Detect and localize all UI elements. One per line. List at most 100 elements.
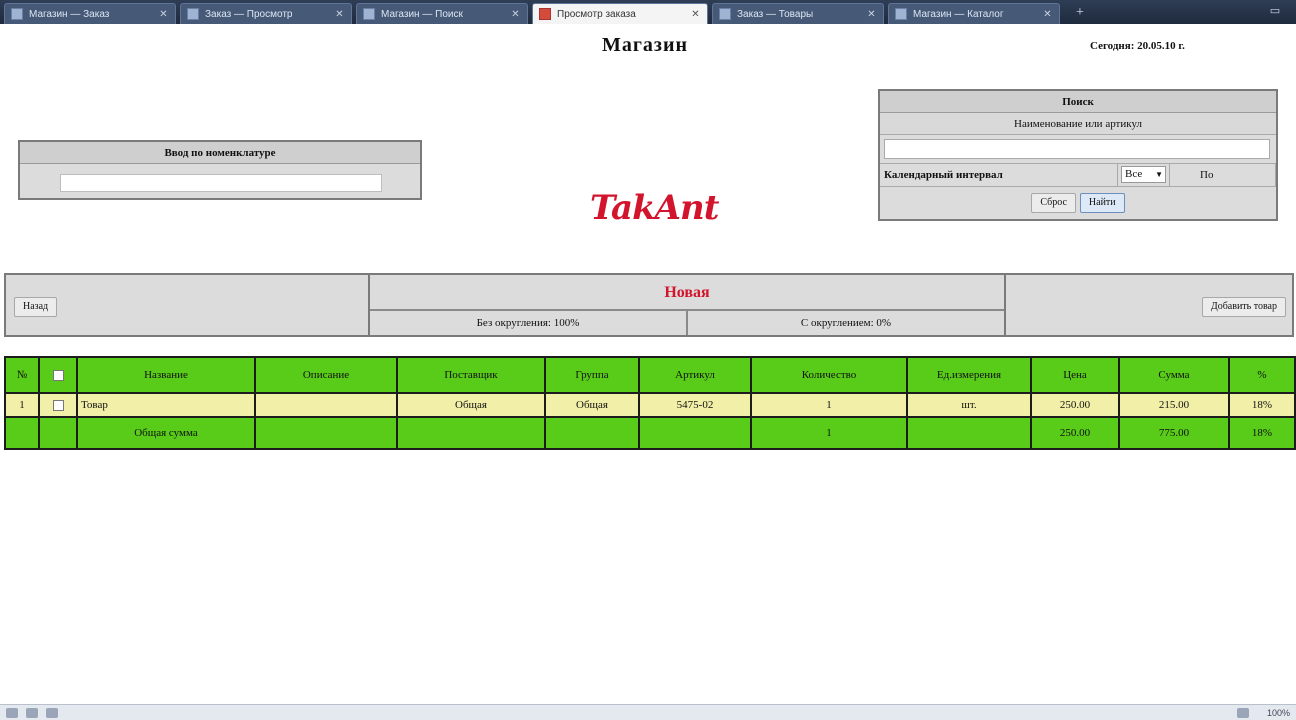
- back-button[interactable]: Назад: [14, 297, 58, 317]
- column-header: Группа: [544, 356, 640, 394]
- search-name-input[interactable]: [884, 139, 1270, 159]
- total-percent: 18%: [1228, 416, 1296, 450]
- tab-label: Магазин — Заказ: [29, 8, 110, 20]
- zoom-level[interactable]: 100%: [1267, 708, 1290, 718]
- clear-button[interactable]: Сброс: [1031, 193, 1076, 213]
- table-cell: 250.00: [1030, 392, 1120, 418]
- discount-label: С округлением: 0%: [800, 317, 892, 329]
- order-panel: Назад Новая Без округления: 100% С округ…: [4, 273, 1294, 337]
- total-label: Общая сумма: [76, 416, 256, 450]
- column-header: Цена: [1030, 356, 1120, 394]
- total-price: 250.00: [1030, 416, 1120, 450]
- new-tab-button[interactable]: +: [1066, 3, 1094, 24]
- table-cell: шт.: [906, 392, 1032, 418]
- quantity-cell[interactable]: 1: [750, 392, 908, 418]
- column-header: Сумма: [1118, 356, 1230, 394]
- window-restore-icon[interactable]: ▭: [1264, 4, 1286, 18]
- page-icon: [539, 8, 551, 20]
- tab-label: Заказ — Просмотр: [205, 8, 293, 20]
- column-header: Поставщик: [396, 356, 546, 394]
- table-header-row: № Название Описание Поставщик Группа Арт…: [4, 356, 1296, 394]
- page-title: Магазин: [601, 34, 689, 56]
- browser-tab[interactable]: Заказ — Товары ✕: [712, 3, 884, 24]
- browser-tab[interactable]: Магазин — Заказ ✕: [4, 3, 176, 24]
- table-cell: [544, 416, 640, 450]
- interval-label: Календарный интервал: [880, 164, 1118, 186]
- table-cell: 5475-02: [638, 392, 752, 418]
- chevron-down-icon: ▼: [1155, 170, 1163, 179]
- interval-from-value: Все: [1125, 168, 1143, 180]
- interval-row: Календарный интервал Все ▼ По: [880, 163, 1276, 187]
- table-cell: Общая: [396, 392, 546, 418]
- browser-tab[interactable]: Магазин — Поиск ✕: [356, 3, 528, 24]
- total-sum: 775.00: [1118, 416, 1230, 450]
- search-title: Поиск: [880, 91, 1276, 113]
- close-icon[interactable]: ✕: [866, 9, 877, 20]
- today-date: Сегодня: 20.05.10 г.: [1090, 40, 1185, 52]
- close-icon[interactable]: ✕: [334, 9, 345, 20]
- column-header: Ед.измерения: [906, 356, 1032, 394]
- column-header: Количество: [750, 356, 908, 394]
- column-header: Название: [76, 356, 256, 394]
- table-cell: Общая: [544, 392, 640, 418]
- table-cell: [254, 416, 398, 450]
- order-items-table: № Название Описание Поставщик Группа Арт…: [4, 356, 1296, 450]
- column-header: Описание: [254, 356, 398, 394]
- find-button[interactable]: Найти: [1079, 193, 1125, 213]
- order-status: Новая: [370, 275, 1004, 311]
- search-buttons: Сброс Найти: [880, 193, 1276, 213]
- goto-input[interactable]: [60, 174, 382, 192]
- browser-tab[interactable]: Магазин — Каталог ✕: [888, 3, 1060, 24]
- close-icon[interactable]: ✕: [510, 9, 521, 20]
- tab-label: Магазин — Поиск: [381, 8, 463, 20]
- logo: TakAnt: [590, 188, 719, 228]
- column-header: Артикул: [638, 356, 752, 394]
- tab-label: Заказ — Товары: [737, 8, 814, 20]
- interval-from-select[interactable]: Все ▼: [1118, 164, 1170, 186]
- interval-to-field[interactable]: По: [1170, 164, 1276, 186]
- table-cell: [38, 416, 78, 450]
- total-quantity: 1: [750, 416, 908, 450]
- page-icon: [895, 8, 907, 20]
- table-cell: [254, 392, 398, 418]
- back-arrow-icon[interactable]: [6, 707, 18, 718]
- column-header: %: [1228, 356, 1296, 394]
- table-cell: [4, 416, 40, 450]
- tab-label: Просмотр заказа: [557, 8, 636, 20]
- order-status-section: Новая Без округления: 100% С округлением…: [370, 275, 1006, 335]
- row-checkbox[interactable]: [38, 392, 78, 418]
- close-icon[interactable]: ✕: [158, 9, 169, 20]
- table-cell: 215.00: [1118, 392, 1230, 418]
- close-icon[interactable]: ✕: [1042, 9, 1053, 20]
- tab-label: Магазин — Каталог: [913, 8, 1004, 20]
- page-icon: [719, 8, 731, 20]
- goto-title: Ввод по номенклатуре: [20, 142, 420, 164]
- table-cell: [396, 416, 546, 450]
- table-cell: 1: [4, 392, 40, 418]
- table-total-row: Общая сумма 1 250.00 775.00 18%: [4, 416, 1296, 450]
- close-icon[interactable]: ✕: [690, 9, 701, 20]
- goto-panel: Ввод по номенклатуре: [18, 140, 422, 200]
- margin-label: Без округления: 100%: [370, 311, 688, 335]
- page-icon: [363, 8, 375, 20]
- table-cell: 18%: [1228, 392, 1296, 418]
- column-header: №: [4, 356, 40, 394]
- add-item-button[interactable]: Добавить товар: [1201, 297, 1286, 317]
- zoom-icon[interactable]: [1236, 707, 1249, 718]
- browser-tab-active[interactable]: Просмотр заказа ✕: [532, 3, 708, 24]
- table-cell: Товар: [76, 392, 256, 418]
- table-cell: [638, 416, 752, 450]
- select-all-checkbox[interactable]: [38, 356, 78, 394]
- browser-tab[interactable]: Заказ — Просмотр ✕: [180, 3, 352, 24]
- table-row[interactable]: 1 Товар Общая Общая 5475-02 1 шт. 250.00…: [4, 392, 1296, 418]
- browser-tab-strip: Магазин — Заказ ✕ Заказ — Просмотр ✕ Маг…: [0, 0, 1296, 24]
- order-left-section: Назад: [6, 275, 370, 335]
- page-icon: [11, 8, 23, 20]
- browser-status-bar: 100%: [0, 704, 1296, 720]
- settings-icon[interactable]: [46, 707, 58, 718]
- bookmark-icon[interactable]: [26, 707, 38, 718]
- search-name-label: Наименование или артикул: [880, 113, 1276, 135]
- table-cell: [906, 416, 1032, 450]
- search-panel: Поиск Наименование или артикул Календарн…: [878, 89, 1278, 221]
- page-icon: [187, 8, 199, 20]
